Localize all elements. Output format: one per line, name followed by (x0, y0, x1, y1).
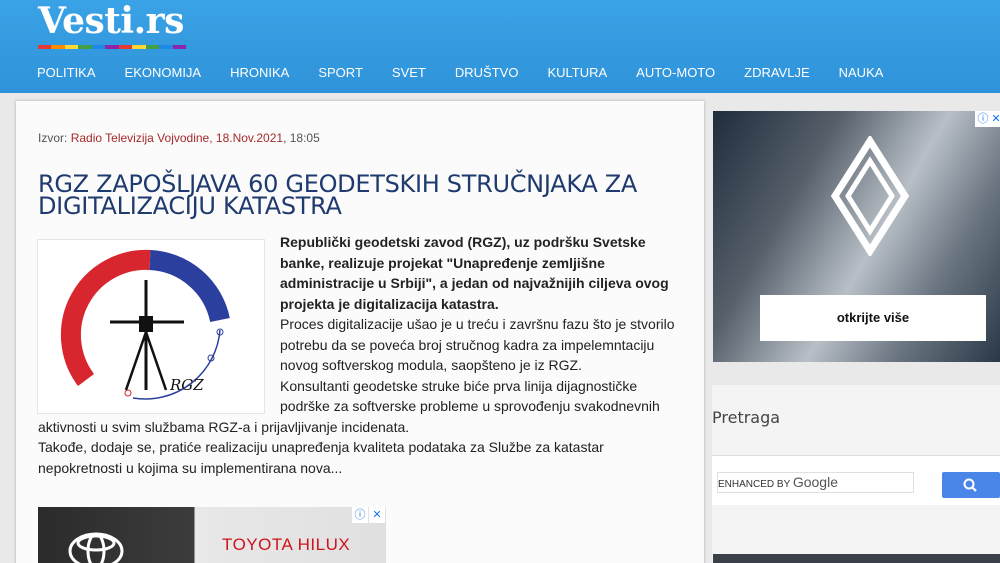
nav-item-sport[interactable]: SPORT (318, 58, 363, 88)
logo-bar-segment (118, 45, 133, 49)
nav-item-ekonomija[interactable]: EKONOMIJA (125, 58, 202, 88)
article-body: Republički geodetski zavod (RGZ), uz pod… (38, 232, 678, 478)
logo-bar-segment (172, 45, 186, 49)
source-time: , 18:05 (283, 131, 320, 145)
toyota-logo-icon (68, 532, 124, 563)
logo-bar-segment (132, 45, 146, 49)
article-paragraph-3: Takođe, dodaje se, pratiće realizaciju u… (38, 439, 604, 476)
nav-item-zdravlje[interactable]: ZDRAVLJE (744, 58, 810, 88)
nav-item-kultura[interactable]: KULTURA (547, 58, 607, 88)
sidebar-ad-2[interactable] (713, 554, 1000, 563)
renault-ad[interactable]: otkrijte više ⓘ ✕ (713, 111, 1000, 362)
search-icon (963, 478, 977, 492)
main-nav: POLITIKA EKONOMIJA HRONIKA SPORT SVET DRUŠTVO… (0, 58, 1000, 88)
article-title: RGZ ZAPOŠLJAVA 60 GEODETSKIH STRUČNJAKA … (38, 170, 638, 220)
ad-info-icon-right[interactable]: ⓘ (975, 111, 991, 127)
nav-item-hronika[interactable]: HRONIKA (230, 58, 289, 88)
article-source: Izvor: Radio Televizija Vojvodine, 18.No… (38, 131, 320, 145)
image-spacer (38, 232, 280, 394)
logo-bar-segment (91, 45, 106, 49)
nav-item-društvo[interactable]: DRUŠTVO (455, 58, 519, 88)
logo-bar-segment (64, 45, 79, 49)
search-google-label: Google (792, 474, 838, 490)
site-logo[interactable]: Vesti.rs (38, 0, 184, 42)
logo-bar-segment (145, 45, 160, 49)
ad-close-icon-right[interactable]: ✕ (991, 111, 1000, 127)
toyota-ad[interactable]: TOYOTA HILUX ⓘ ✕ (38, 507, 386, 563)
image-spacer-2 (38, 394, 280, 414)
search-panel: Pretraga ENHANCED BY Google (712, 385, 1000, 563)
ad-info-icon[interactable]: ⓘ (352, 507, 368, 523)
logo-color-bar (38, 45, 186, 49)
search-enhanced-label: ENHANCED BY (718, 479, 791, 490)
search-title: Pretraga (712, 408, 781, 427)
nav-item-auto-moto[interactable]: AUTO-MOTO (636, 58, 715, 88)
nav-item-politika[interactable]: POLITIKA (37, 58, 96, 88)
logo-bar-segment (78, 45, 92, 49)
logo-bar-segment (159, 45, 173, 49)
search-box: ENHANCED BY Google (712, 455, 1000, 505)
nav-item-svet[interactable]: SVET (392, 58, 426, 88)
renault-logo-icon (830, 136, 910, 256)
ad-close-icon[interactable]: ✕ (369, 507, 385, 523)
logo-bar-segment (105, 45, 119, 49)
logo-bar-segment (38, 45, 52, 49)
toyota-ad-text: TOYOTA HILUX (222, 535, 351, 554)
search-input[interactable]: ENHANCED BY Google (717, 472, 914, 493)
source-link[interactable]: Radio Televizija Vojvodine, 18.Nov.2021 (71, 131, 283, 145)
ad-cta-button[interactable]: otkrijte više (760, 295, 986, 341)
article-card: Izvor: Radio Televizija Vojvodine, 18.No… (16, 101, 704, 563)
site-header: Vesti.rs POLITIKA EKONOMIJA HRONIKA SPORT SV… (0, 0, 1000, 93)
search-button[interactable] (942, 472, 1000, 498)
source-prefix: Izvor: (38, 131, 68, 145)
logo-bar-segment (51, 45, 65, 49)
nav-item-nauka[interactable]: NAUKA (839, 58, 884, 88)
